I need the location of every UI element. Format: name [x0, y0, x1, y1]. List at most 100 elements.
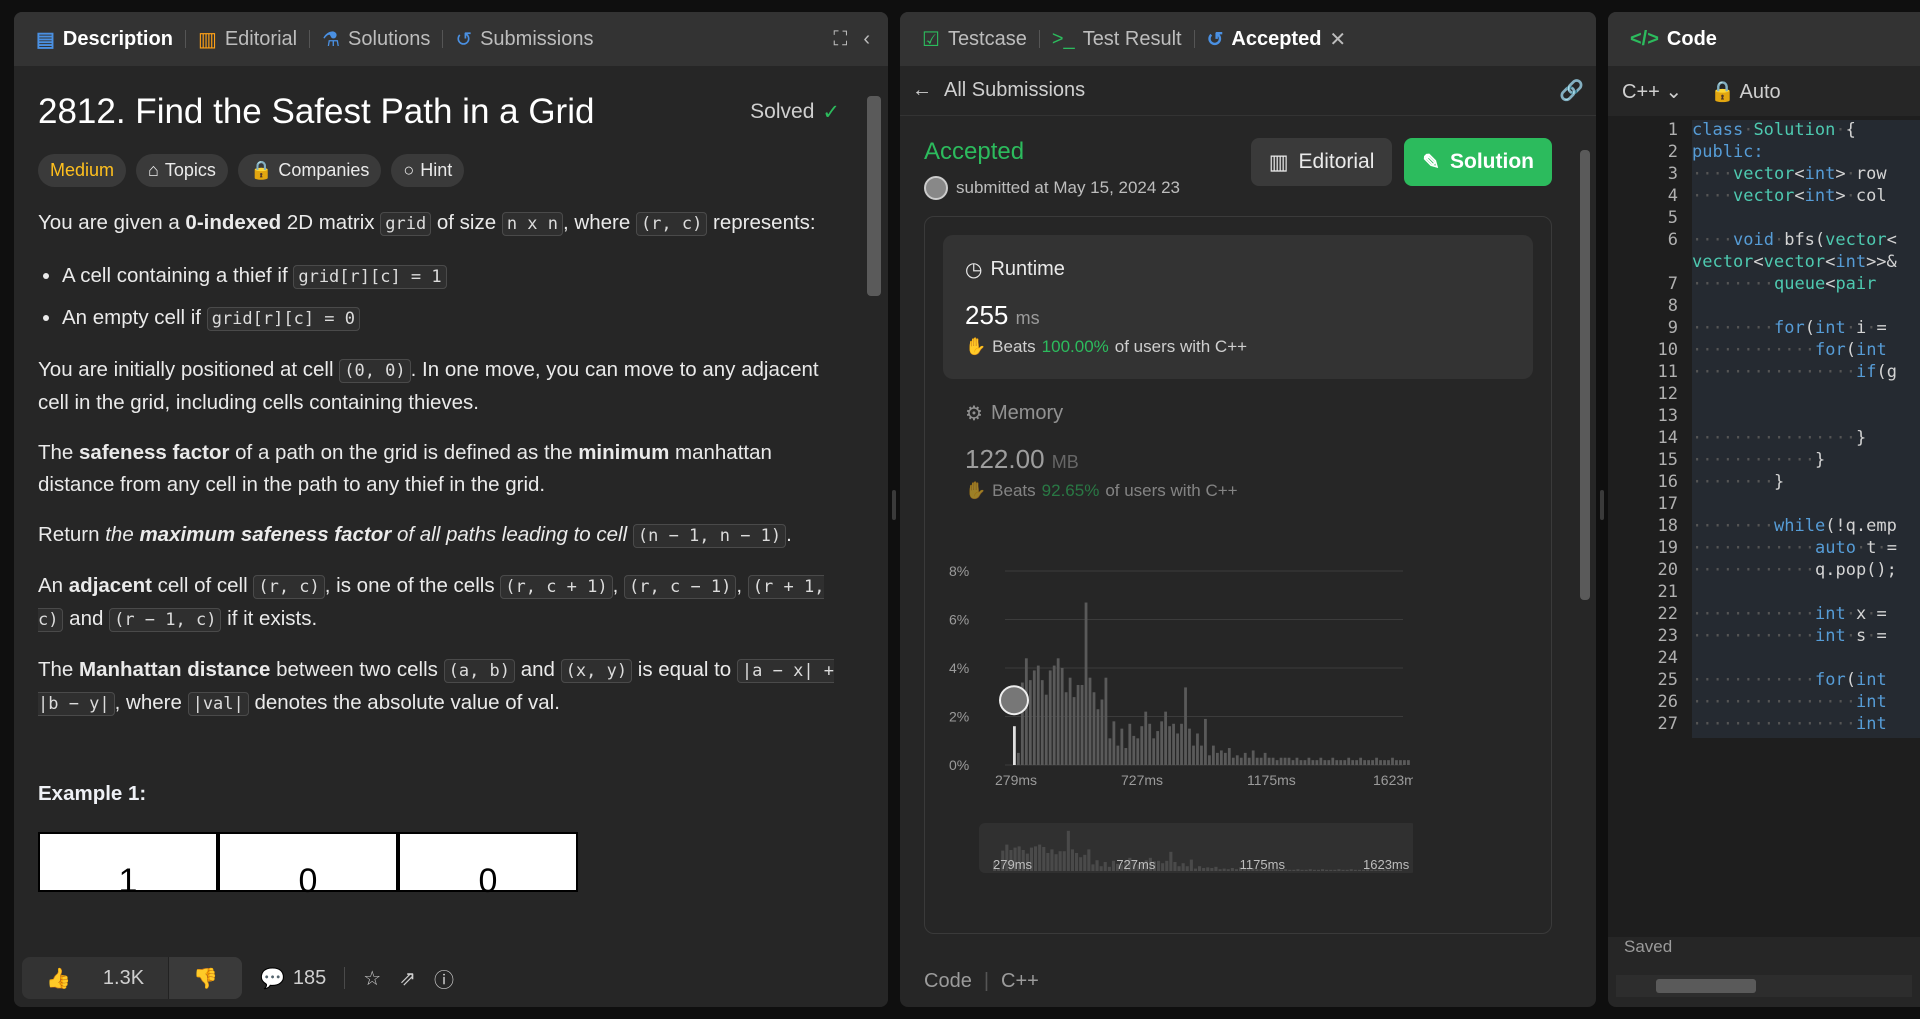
chart-bar[interactable]	[1076, 684, 1080, 765]
chart-bar[interactable]	[1255, 757, 1259, 765]
chart-bar[interactable]	[1239, 757, 1243, 765]
chart-bar[interactable]	[1271, 757, 1275, 765]
tab-solutions[interactable]: ⚗ Solutions	[312, 12, 440, 66]
chart-bar[interactable]	[1028, 680, 1032, 765]
chart-bar[interactable]	[1124, 748, 1128, 765]
chart-bar[interactable]	[1367, 760, 1370, 765]
chart-bar[interactable]	[1319, 757, 1323, 765]
chart-bar[interactable]	[1084, 602, 1088, 765]
chart-bar[interactable]	[1156, 731, 1160, 765]
scrollbar-thumb[interactable]	[1580, 150, 1590, 600]
chart-bar[interactable]	[1259, 757, 1263, 765]
difficulty-badge[interactable]: Medium	[38, 154, 127, 187]
chart-bar[interactable]	[1052, 665, 1056, 765]
runtime-distribution-chart[interactable]: 8% 6% 4% 2% 0% 279ms 727ms 1175ms 1623ms 279ms 727…	[943, 557, 1413, 927]
language-select[interactable]: C++ ⌄	[1622, 79, 1682, 104]
close-icon[interactable]: ✕	[1329, 27, 1346, 52]
chart-bar[interactable]	[1088, 677, 1092, 765]
chart-bar[interactable]	[1227, 748, 1231, 765]
mode-select[interactable]: 🔒 Auto	[1710, 79, 1781, 104]
chart-bar[interactable]	[1100, 699, 1104, 765]
memory-card[interactable]: ⚙ Memory 122.00 MB ✋ Beats 92.65% of users w…	[943, 379, 1533, 523]
chart-bar[interactable]	[1375, 757, 1378, 765]
chart-bar[interactable]	[1279, 757, 1283, 765]
chart-bar[interactable]	[1295, 757, 1299, 765]
chart-bar[interactable]	[1184, 687, 1187, 765]
chart-bar[interactable]	[1168, 726, 1171, 765]
chart-bar[interactable]	[1180, 723, 1183, 765]
editor-horizontal-scrollbar[interactable]	[1616, 975, 1912, 997]
chart-bar[interactable]	[1311, 760, 1315, 765]
collapse-chevron-icon[interactable]: ‹	[857, 28, 876, 51]
chart-bar[interactable]	[1299, 760, 1303, 765]
chart-bar[interactable]	[1351, 760, 1355, 765]
scrollbar-thumb[interactable]	[1656, 979, 1756, 993]
chart-bar[interactable]	[1104, 677, 1108, 765]
chart-bar[interactable]	[1176, 733, 1179, 765]
chart-bar[interactable]	[1247, 757, 1251, 765]
chart-bar[interactable]	[1056, 658, 1060, 765]
chart-bar[interactable]	[1068, 677, 1072, 765]
tab-testcase[interactable]: ☑ Testcase	[912, 12, 1037, 66]
chart-bar[interactable]	[1148, 723, 1152, 765]
chart-bar[interactable]	[1200, 745, 1203, 765]
chart-bar[interactable]	[1331, 757, 1335, 765]
chart-bar[interactable]	[1371, 760, 1374, 765]
chart-bar[interactable]	[1204, 718, 1207, 765]
chart-bar[interactable]	[1036, 665, 1040, 765]
chart-bar[interactable]	[1303, 760, 1307, 765]
chart-bar[interactable]	[1235, 755, 1239, 765]
chart-bar[interactable]	[1096, 709, 1100, 765]
chart-bar[interactable]	[1160, 721, 1164, 765]
chart-bar[interactable]	[1136, 738, 1140, 765]
chart-bar[interactable]	[1283, 757, 1287, 765]
chart-bar[interactable]	[1016, 752, 1020, 765]
panel-resize-handle[interactable]	[1600, 490, 1604, 520]
chart-bar[interactable]	[1359, 757, 1363, 765]
tab-description[interactable]: ▤ Description	[26, 12, 183, 66]
result-scrollbar[interactable]	[1578, 120, 1592, 993]
hint-chip[interactable]: ○ Hint	[391, 154, 465, 187]
like-button[interactable]: 👍 1.3K	[22, 957, 168, 999]
tab-editorial[interactable]: ▥ Editorial	[188, 12, 307, 66]
chart-bar[interactable]	[1048, 670, 1052, 765]
chart-bar[interactable]	[1363, 760, 1367, 765]
chart-bar[interactable]	[1339, 760, 1343, 765]
editorial-button[interactable]: ▥ Editorial	[1250, 138, 1393, 186]
description-scrollbar[interactable]	[864, 82, 884, 937]
star-icon[interactable]: ☆	[363, 966, 381, 991]
comments-button[interactable]: 💬 185	[260, 966, 326, 991]
chart-bar[interactable]	[1335, 760, 1339, 765]
chart-bar[interactable]	[1092, 692, 1096, 765]
chart-bar[interactable]	[1080, 684, 1084, 765]
chart-bar[interactable]	[1355, 760, 1359, 765]
chart-bar[interactable]	[1307, 757, 1311, 765]
chart-bar[interactable]	[1267, 757, 1271, 765]
chart-bar[interactable]	[1251, 750, 1255, 765]
help-icon[interactable]: ⓘ	[434, 964, 454, 993]
chart-bar[interactable]	[1060, 668, 1064, 765]
chart-bar[interactable]	[1192, 745, 1195, 765]
chart-bar[interactable]	[1275, 760, 1279, 765]
chart-bar[interactable]	[1231, 757, 1235, 765]
tab-code[interactable]: </> Code	[1620, 12, 1727, 66]
chart-bar[interactable]	[1140, 726, 1144, 765]
tab-accepted[interactable]: ↺ Accepted ✕	[1197, 12, 1357, 66]
chart-bar[interactable]	[1291, 760, 1295, 765]
link-icon[interactable]: 🔗	[1559, 78, 1584, 103]
chart-bar[interactable]	[1263, 752, 1267, 765]
companies-chip[interactable]: 🔒 Companies	[237, 154, 382, 187]
share-icon[interactable]: ⇗	[399, 966, 416, 991]
chart-bar[interactable]	[1407, 760, 1410, 765]
chart-bar[interactable]	[1112, 721, 1116, 765]
chart-bar[interactable]	[1208, 755, 1211, 765]
your-submission-marker[interactable]	[999, 685, 1029, 716]
chart-bar[interactable]	[1243, 752, 1247, 765]
chart-bar[interactable]	[1040, 680, 1044, 765]
chart-bar[interactable]	[1196, 733, 1199, 765]
chart-bar[interactable]	[1064, 692, 1068, 765]
chart-bar[interactable]	[1188, 728, 1191, 765]
chart-bar[interactable]	[1399, 760, 1402, 765]
chart-bar[interactable]	[1128, 723, 1132, 765]
chart-bar[interactable]	[1013, 726, 1016, 765]
